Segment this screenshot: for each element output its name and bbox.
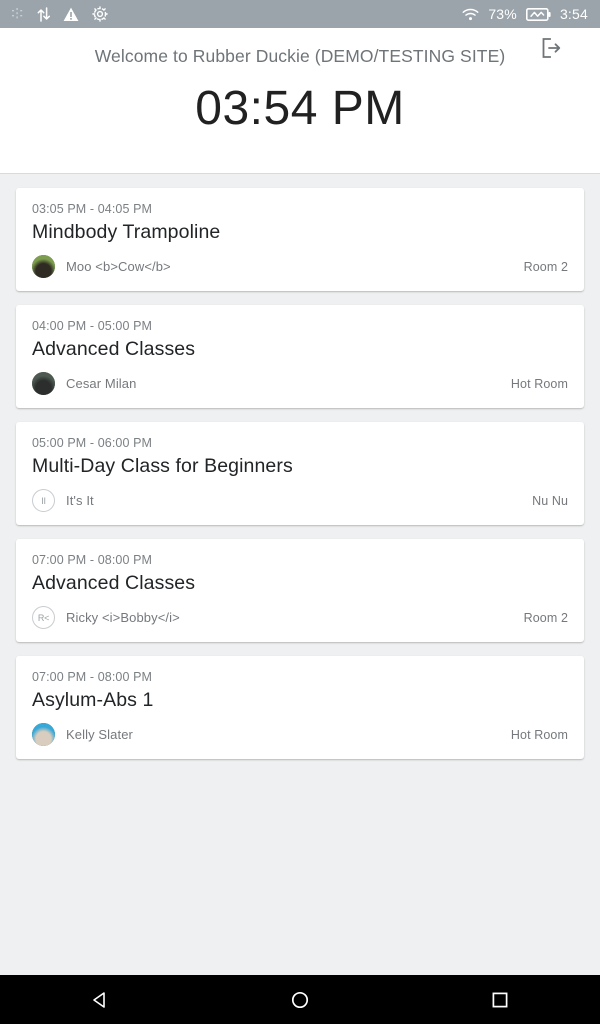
instructor-avatar-initials: II — [32, 489, 55, 512]
current-time-display: 03:54 PM — [195, 82, 405, 135]
class-room: Room 2 — [523, 259, 568, 274]
avatar-image — [32, 372, 55, 395]
instructor-avatar-initials: R< — [32, 606, 55, 629]
class-card-footer: Cesar Milan Hot Room — [32, 372, 568, 395]
avatar-initials-label: R< — [37, 612, 50, 623]
warning-triangle-icon — [63, 7, 79, 21]
welcome-row: Welcome to Rubber Duckie (DEMO/TESTING S… — [0, 28, 600, 67]
status-bar-clock: 3:54 — [559, 6, 588, 22]
class-time: 04:00 PM - 05:00 PM — [32, 319, 153, 333]
class-time: 07:00 PM - 08:00 PM — [32, 553, 153, 567]
class-title: Mindbody Trampoline — [32, 221, 221, 243]
class-room: Hot Room — [510, 376, 568, 391]
class-title: Asylum-Abs 1 — [32, 689, 154, 711]
data-transfer-icon — [37, 6, 50, 22]
back-triangle-icon — [93, 991, 105, 1008]
welcome-message: Welcome to Rubber Duckie (DEMO/TESTING S… — [94, 46, 506, 66]
class-card[interactable]: 04:00 PM - 05:00 PM Advanced Classes Cesar… — [16, 305, 584, 408]
class-card-footer: II It's It Nu Nu — [32, 489, 568, 512]
avatar-initials-label: II — [41, 495, 46, 506]
class-room: Nu Nu — [532, 493, 568, 508]
instructor-name: Cesar Milan — [66, 376, 137, 391]
class-schedule-list: 03:05 PM - 04:05 PM Mindbody Trampoline Mo… — [0, 174, 600, 759]
instructor-name: Kelly Slater — [66, 727, 133, 742]
class-card-footer: Kelly Slater Hot Room — [32, 723, 568, 746]
class-card[interactable]: 07:00 PM - 08:00 PM Asylum-Abs 1 Kelly Sla… — [16, 656, 584, 759]
app-header: Welcome to Rubber Duckie (DEMO/TESTING S… — [0, 28, 600, 174]
battery-percent-label: 73% — [488, 6, 517, 22]
settings-gear-icon — [92, 6, 108, 22]
logout-button[interactable] — [534, 31, 568, 65]
class-title: Multi-Day Class for Beginners — [32, 455, 293, 477]
class-time: 07:00 PM - 08:00 PM — [32, 670, 153, 684]
android-navigation-bar — [0, 975, 600, 1024]
instructor-avatar-photo — [32, 255, 55, 278]
class-room: Hot Room — [510, 727, 568, 742]
recents-square-icon — [492, 992, 508, 1007]
nav-home-button[interactable] — [200, 990, 400, 1010]
logout-icon — [542, 37, 561, 58]
status-bar-left-icons — [12, 6, 108, 22]
avatar-image — [32, 255, 55, 278]
class-title: Advanced Classes — [32, 572, 196, 594]
instructor-name: Moo <b>Cow</b> — [66, 259, 171, 274]
instructor-name: Ricky <i>Bobby</i> — [66, 610, 180, 625]
class-time: 03:05 PM - 04:05 PM — [32, 202, 153, 216]
class-time: 05:00 PM - 06:00 PM — [32, 436, 153, 450]
instructor-name: It's It — [66, 493, 94, 508]
wifi-icon — [462, 8, 479, 20]
status-bar: 73% 3:54 — [0, 0, 600, 28]
nav-recents-button[interactable] — [400, 990, 600, 1010]
home-circle-icon — [291, 991, 309, 1008]
battery-charging-icon — [525, 7, 551, 21]
debug-dots-icon — [12, 8, 23, 19]
app-screen: 73% 3:54 Welcome to Rubber Duckie (DEMO/… — [0, 0, 600, 1024]
instructor-avatar-photo — [32, 723, 55, 746]
status-bar-right-icons: 73% 3:54 — [462, 6, 588, 22]
class-card[interactable]: 07:00 PM - 08:00 PM Advanced Classes R< Ric… — [16, 539, 584, 642]
nav-back-button[interactable] — [0, 990, 200, 1010]
class-title: Advanced Classes — [32, 338, 196, 360]
class-card-footer: Moo <b>Cow</b> Room 2 — [32, 255, 568, 278]
instructor-avatar-photo — [32, 372, 55, 395]
class-card-footer: R< Ricky <i>Bobby</i> Room 2 — [32, 606, 568, 629]
class-room: Room 2 — [523, 610, 568, 625]
class-card[interactable]: 03:05 PM - 04:05 PM Mindbody Trampoline Mo… — [16, 188, 584, 291]
avatar-image — [32, 723, 55, 746]
class-card[interactable]: 05:00 PM - 06:00 PM Multi-Day Class for B… — [16, 422, 584, 525]
